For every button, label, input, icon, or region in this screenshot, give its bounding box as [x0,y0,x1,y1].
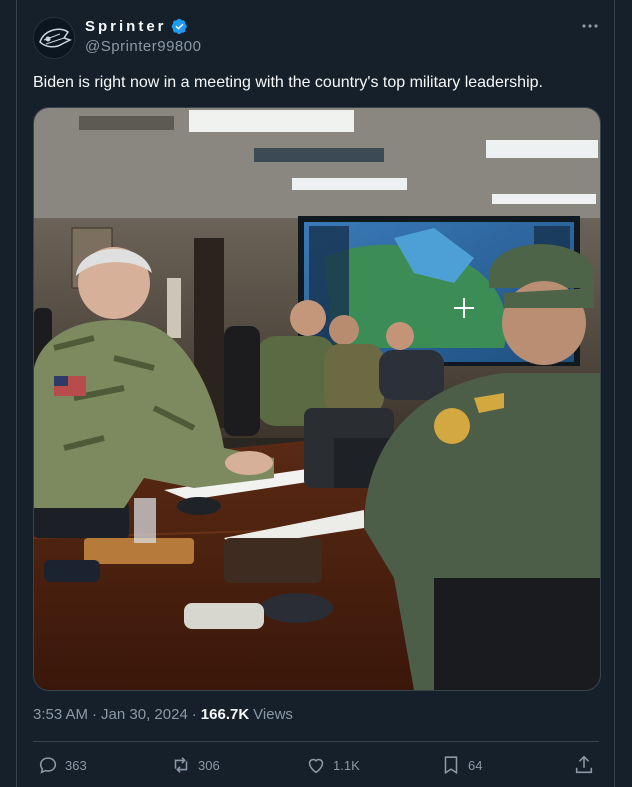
share-icon [575,755,593,774]
column-border-left [16,0,17,787]
more-icon[interactable] [578,14,602,38]
views-count: 166.7K [200,706,250,723]
meeting-room-illustration [34,108,600,690]
like-button[interactable]: 1.1K [305,754,360,776]
reply-icon [39,757,57,774]
bookmark-count: 64 [468,757,483,773]
share-button[interactable] [573,754,595,776]
reply-button[interactable]: 363 [37,754,87,776]
verified-icon [171,18,187,35]
author-display-name[interactable]: Sprinter [85,18,188,35]
column-border-right [614,0,615,787]
repost-icon [174,757,188,773]
bookmark-button[interactable]: 64 [440,754,482,776]
action-divider [33,741,599,742]
tweet-media-image[interactable] [33,107,601,691]
tweet-meta: 3:53 AM · Jan 30, 2024 · 166.7K Views [33,706,293,723]
repost-count: 306 [198,757,220,773]
like-icon [308,758,324,774]
tweet-text: Biden is right now in a meeting with the… [33,74,543,91]
avatar-image [34,18,74,58]
reply-count: 363 [65,757,87,773]
tweet-date[interactable]: Jan 30, 2024 [101,706,188,723]
like-count: 1.1K [333,757,360,773]
avatar[interactable] [33,17,75,59]
meta-separator: · [191,706,197,723]
tweet-time[interactable]: 3:53 AM [33,706,88,723]
display-name-text: Sprinter [85,18,167,35]
author-handle[interactable]: @Sprinter99800 [85,38,201,55]
bookmark-icon [444,756,458,775]
repost-button[interactable]: 306 [170,754,220,776]
meta-separator: · [92,706,98,723]
views-label: Views [253,706,293,723]
